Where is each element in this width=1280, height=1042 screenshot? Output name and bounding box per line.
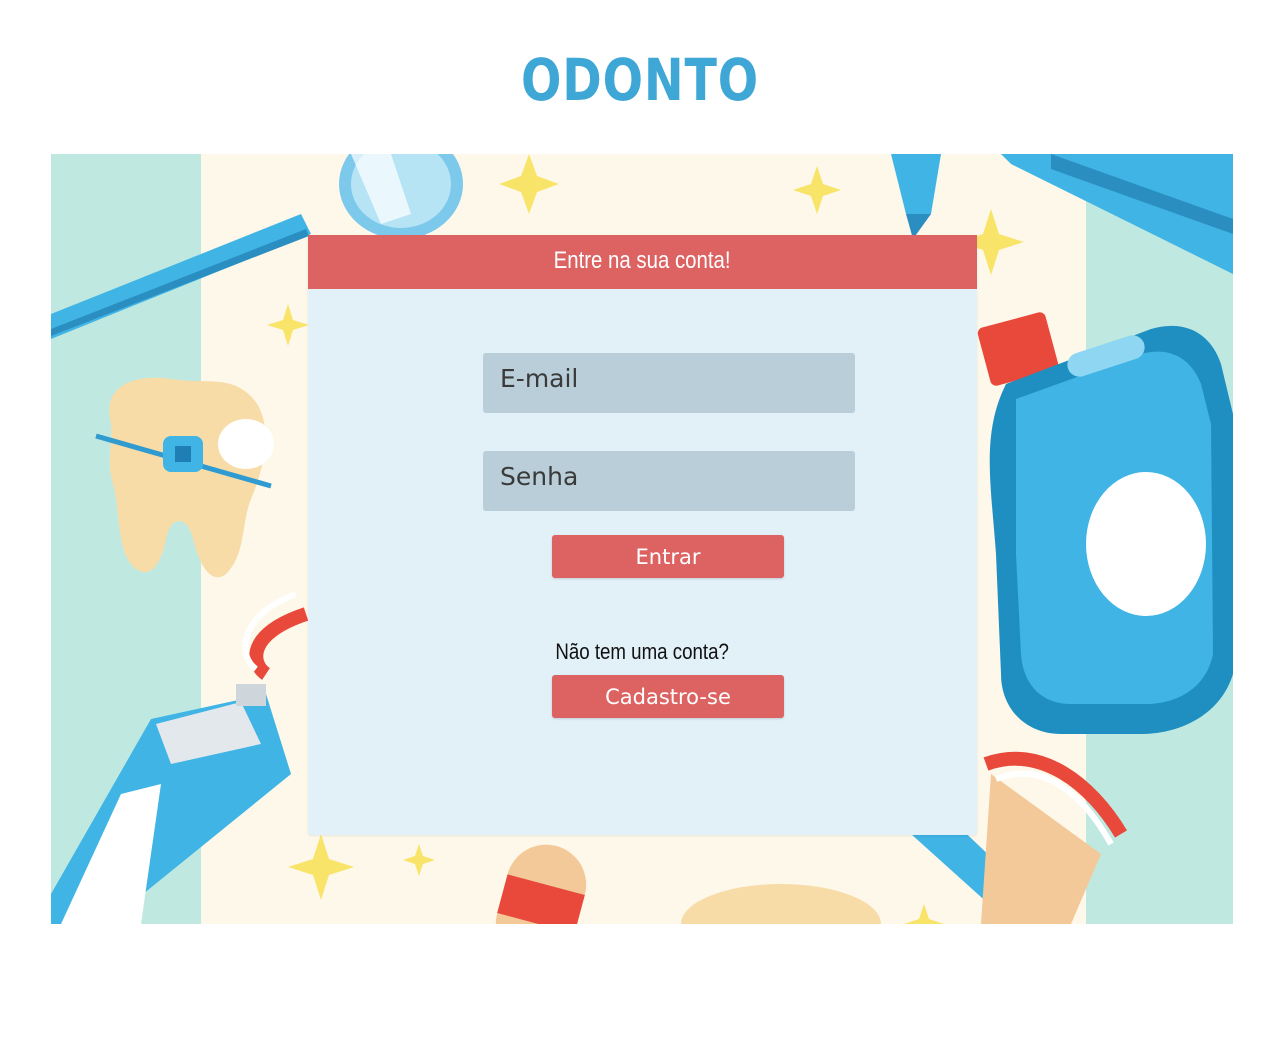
mouthwash-bottle-icon <box>977 312 1233 734</box>
login-card: Entre na sua conta! Entrar Não tem uma c… <box>308 235 977 835</box>
signup-prompt-text: Não tem uma conta? <box>555 639 730 664</box>
app-title: ODONTO <box>521 46 759 114</box>
login-card-header: Entre na sua conta! <box>308 235 977 289</box>
login-button[interactable]: Entrar <box>552 535 784 578</box>
email-input[interactable] <box>483 353 855 413</box>
login-card-title: Entre na sua conta! <box>554 247 731 274</box>
signup-prompt: Não tem uma conta? <box>308 639 977 665</box>
hero-banner: Entre na sua conta! Entrar Não tem uma c… <box>51 154 1233 924</box>
password-input[interactable] <box>483 451 855 511</box>
signup-button[interactable]: Cadastro-se <box>552 675 784 718</box>
